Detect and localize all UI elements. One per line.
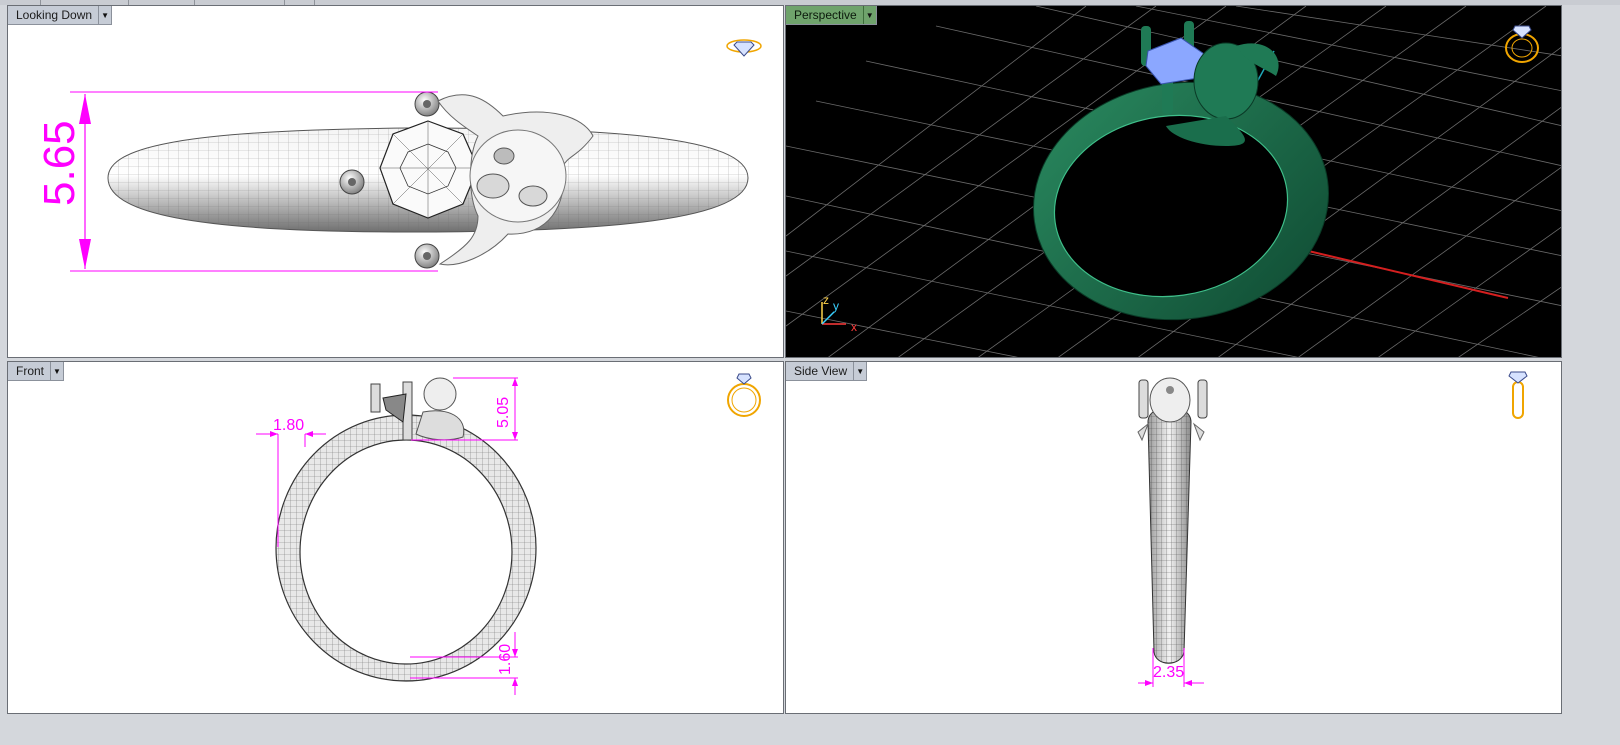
chevron-down-icon[interactable]: ▼ bbox=[98, 6, 111, 24]
axis-triad-icon bbox=[821, 302, 846, 325]
dimension-label-head-height: 5.05 bbox=[495, 396, 512, 428]
viewport-label-looking-down[interactable]: Looking Down ▼ bbox=[8, 6, 113, 25]
dimension-label-shank-side: 1.80 bbox=[273, 417, 305, 434]
viewport-label-perspective[interactable]: Perspective ▼ bbox=[786, 6, 877, 25]
dimension-label: 5.65 bbox=[35, 120, 84, 206]
ring-top-icon bbox=[726, 39, 762, 57]
viewport-title: Side View bbox=[794, 364, 848, 378]
ring-model-top-view bbox=[70, 91, 749, 272]
viewport-side[interactable]: Side View ▼ 2.35 bbox=[785, 361, 1562, 714]
viewport-label-front[interactable]: Front ▼ bbox=[8, 362, 65, 381]
viewport-perspective[interactable]: Perspective ▼ z y x bbox=[785, 5, 1562, 358]
ring-model-side-view bbox=[1137, 377, 1208, 687]
viewport-title: Perspective bbox=[794, 8, 857, 22]
viewport-looking-down[interactable]: Looking Down ▼ 5.65 bbox=[7, 5, 784, 358]
viewport-front[interactable]: Front ▼ 1.80 5.05 1.60 bbox=[7, 361, 784, 714]
chevron-down-icon[interactable]: ▼ bbox=[853, 362, 866, 380]
ring-side-icon bbox=[1508, 371, 1528, 419]
ring-model-front-view bbox=[256, 377, 537, 695]
ring-perspective-icon bbox=[1505, 25, 1539, 63]
ring-front-icon bbox=[727, 373, 761, 417]
dimension-label: 2.35 bbox=[1153, 664, 1185, 681]
dimension-label-bottom: 1.60 bbox=[497, 643, 514, 675]
viewport-title: Front bbox=[16, 364, 45, 378]
chevron-down-icon[interactable]: ▼ bbox=[50, 362, 63, 380]
chevron-down-icon[interactable]: ▼ bbox=[862, 6, 876, 24]
viewport-title: Looking Down bbox=[16, 8, 93, 22]
viewport-label-side[interactable]: Side View ▼ bbox=[786, 362, 868, 381]
